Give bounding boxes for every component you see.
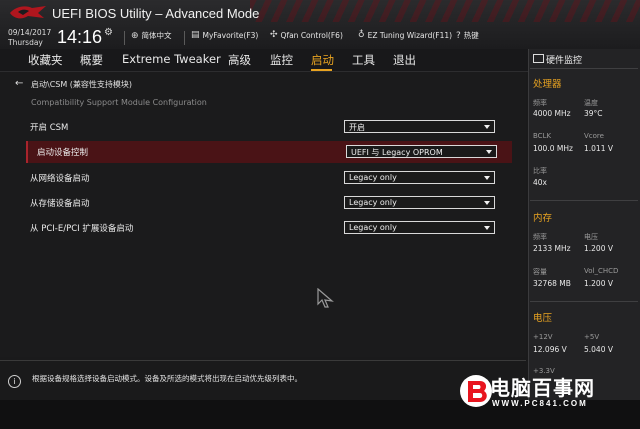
- tab-extreme-tweaker[interactable]: Extreme Tweaker: [122, 52, 221, 66]
- watermark-url: WWW.PC841.COM: [492, 399, 588, 408]
- setting-row-storage-boot[interactable]: 从存储设备启动 Legacy only: [26, 192, 510, 214]
- setting-row-pcie-boot[interactable]: 从 PCI-E/PCI 扩展设备启动 Legacy only: [26, 217, 510, 239]
- hotkey-icon: ?: [456, 30, 461, 41]
- bclk-label: BCLK: [533, 132, 552, 140]
- breadcrumb: 启动\CSM (兼容性支持模块): [31, 80, 133, 89]
- back-arrow-icon[interactable]: ←: [15, 78, 23, 89]
- info-icon: i: [8, 375, 21, 388]
- voltage-section-title: 电压: [533, 313, 553, 324]
- chevron-down-icon: [484, 176, 490, 180]
- v5-label: +5V: [584, 333, 600, 341]
- header-decoration: [250, 0, 640, 22]
- chevron-down-icon: [486, 150, 492, 154]
- tab-main[interactable]: 概要: [80, 52, 103, 68]
- divider: [530, 68, 638, 69]
- setting-row-boot-device-control[interactable]: 启动设备控制 UEFI 与 Legacy OPROM: [26, 141, 512, 163]
- tuning-icon: ♁: [358, 30, 365, 40]
- page-subtitle: Compatibility Support Module Configurati…: [31, 98, 207, 107]
- header-separator: [184, 31, 185, 45]
- vol-chcd-value: 1.200 V: [584, 279, 613, 288]
- chevron-down-icon: [484, 125, 490, 129]
- tab-monitor[interactable]: 监控: [270, 52, 293, 68]
- dropdown-value: Legacy only: [349, 198, 397, 207]
- tab-advanced[interactable]: 高级: [228, 52, 251, 68]
- ratio-label: 比率: [533, 167, 547, 175]
- mem-cap-value: 32768 MB: [533, 279, 571, 288]
- tab-exit[interactable]: 退出: [393, 52, 416, 68]
- cpu-temp-label: 温度: [584, 99, 598, 107]
- help-text: 根据设备规格选择设备启动模式。设备及所选的模式将出现在启动优先级列表中。: [32, 374, 302, 383]
- active-tab-indicator: [311, 69, 332, 71]
- globe-icon: ⊕: [131, 30, 139, 41]
- dropdown-value: UEFI 与 Legacy OPROM: [351, 148, 443, 157]
- ratio-value: 40x: [533, 178, 547, 187]
- cpu-section-title: 处理器: [533, 79, 562, 90]
- mem-volt-value: 1.200 V: [584, 244, 613, 253]
- myfavorite-button[interactable]: ▤ MyFavorite(F3): [191, 30, 258, 40]
- vcore-value: 1.011 V: [584, 144, 613, 153]
- mem-volt-label: 电压: [584, 233, 598, 241]
- chevron-down-icon: [484, 226, 490, 230]
- monitor-icon: [533, 54, 544, 63]
- fan-icon: ✣: [270, 30, 278, 40]
- vcore-label: Vcore: [584, 132, 604, 140]
- ez-tuning-button[interactable]: ♁ EZ Tuning Wizard(F11): [358, 30, 452, 40]
- dropdown-value: Legacy only: [349, 223, 397, 232]
- tab-favorites[interactable]: 收藏夹: [28, 52, 63, 68]
- hotkey-button[interactable]: ? 热键: [456, 30, 479, 41]
- settings-panel: [0, 72, 526, 357]
- myfavorite-label: MyFavorite(F3): [202, 30, 259, 40]
- v12-label: +12V: [533, 333, 553, 341]
- mem-freq-label: 频率: [533, 233, 547, 241]
- divider: [530, 301, 638, 302]
- setting-label: 从存储设备启动: [30, 199, 90, 209]
- dropdown-value: Legacy only: [349, 173, 397, 182]
- dropdown-value: 开启: [349, 123, 365, 132]
- tab-boot[interactable]: 启动: [311, 52, 334, 68]
- boot-device-control-dropdown[interactable]: UEFI 与 Legacy OPROM: [346, 145, 497, 158]
- date-display: 09/14/2017 Thursday: [8, 28, 51, 48]
- bclk-value: 100.0 MHz: [533, 144, 573, 153]
- setting-row-csm[interactable]: 开启 CSM 开启: [26, 116, 510, 138]
- tab-tool[interactable]: 工具: [352, 52, 375, 68]
- rog-logo-icon: [10, 6, 46, 19]
- vol-chcd-label: Vol_CHCD: [584, 267, 619, 275]
- header-separator: [124, 31, 125, 45]
- language-button[interactable]: ⊕ 简体中文: [131, 30, 172, 41]
- cpu-freq-label: 频率: [533, 99, 547, 107]
- cpu-freq-value: 4000 MHz: [533, 109, 571, 118]
- watermark-text: 电脑百事网: [490, 378, 595, 400]
- v5-value: 5.040 V: [584, 345, 613, 354]
- app-title: UEFI BIOS Utility – Advanced Mode: [52, 6, 260, 21]
- day-text: Thursday: [8, 38, 43, 47]
- setting-label: 从网络设备启动: [30, 174, 90, 184]
- cpu-temp-value: 39°C: [584, 109, 603, 118]
- network-boot-dropdown[interactable]: Legacy only: [344, 171, 495, 184]
- v12-value: 12.096 V: [533, 345, 567, 354]
- hw-monitor-title: 硬件监控: [546, 56, 583, 66]
- csm-dropdown[interactable]: 开启: [344, 120, 495, 133]
- setting-row-network-boot[interactable]: 从网络设备启动 Legacy only: [26, 167, 510, 189]
- mouse-cursor-icon: [317, 288, 334, 308]
- memory-section-title: 内存: [533, 213, 553, 224]
- setting-label: 启动设备控制: [37, 148, 89, 158]
- divider: [530, 200, 638, 201]
- clock-time: 14:16: [57, 27, 103, 47]
- mem-cap-label: 容量: [533, 268, 547, 276]
- pcie-boot-dropdown[interactable]: Legacy only: [344, 221, 495, 234]
- qfan-label: Qfan Control(F6): [280, 30, 343, 40]
- qfan-button[interactable]: ✣ Qfan Control(F6): [270, 30, 343, 40]
- storage-boot-dropdown[interactable]: Legacy only: [344, 196, 495, 209]
- setting-label: 开启 CSM: [30, 123, 69, 133]
- hotkey-label: 热键: [463, 31, 479, 40]
- language-label: 简体中文: [141, 31, 172, 40]
- date-text: 09/14/2017: [8, 28, 52, 37]
- favorite-icon: ▤: [191, 30, 200, 40]
- mem-freq-value: 2133 MHz: [533, 244, 571, 253]
- chevron-down-icon: [484, 201, 490, 205]
- ez-tuning-label: EZ Tuning Wizard(F11): [367, 30, 453, 40]
- main-menu: 收藏夹 概要 Extreme Tweaker 高级 监控 启动 工具 退出: [0, 49, 528, 72]
- setting-label: 从 PCI-E/PCI 扩展设备启动: [30, 224, 134, 234]
- gear-icon[interactable]: ⚙: [104, 27, 113, 38]
